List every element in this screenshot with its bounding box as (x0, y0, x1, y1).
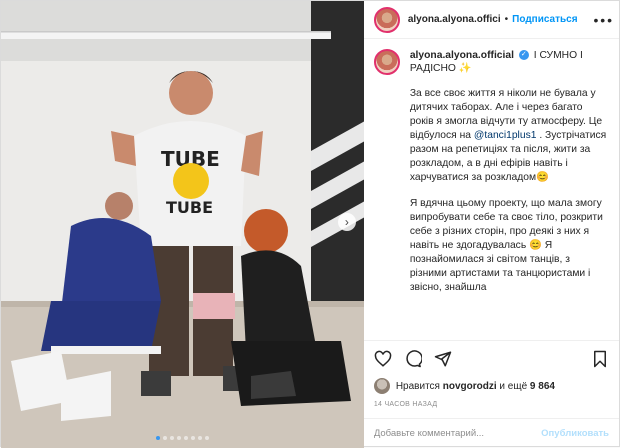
post-timestamp[interactable]: 14 ЧАСОВ НАЗАД (364, 396, 619, 418)
carousel-dot (155, 436, 160, 440)
caption-paragraph-1: За все своє життя я ніколи не бувала у д… (410, 87, 609, 185)
more-options-icon[interactable]: • • • (594, 12, 613, 28)
heart-icon[interactable] (374, 350, 392, 368)
publish-button[interactable]: Опубликовать (541, 428, 609, 439)
caption-paragraph-2: Я вдячна цьому проекту, що мала змогу ви… (410, 197, 609, 295)
instagram-post: TUBE TUBE › alyona.alyona.offici • Подпи… (0, 0, 620, 448)
likes-prefix: Нравится (395, 380, 440, 392)
caption-body: alyona.alyona.official ✓ І СУМНО І РАДІС… (410, 49, 609, 295)
author-username[interactable]: alyona.alyona.offici (408, 14, 501, 25)
carousel-dot (197, 436, 202, 440)
comment-form: Опубликовать (363, 418, 619, 448)
mention-link[interactable]: @tanci1plus1 (474, 130, 537, 141)
author-avatar[interactable] (373, 6, 400, 33)
liker-username[interactable]: novgorodzi (443, 381, 497, 392)
likes-count[interactable]: 9 864 (530, 381, 555, 392)
caption-area: alyona.alyona.official ✓ І СУМНО І РАДІС… (364, 39, 619, 340)
carousel-dot (169, 436, 174, 440)
caption-avatar[interactable] (373, 49, 400, 75)
caption-username[interactable]: alyona.alyona.official (410, 50, 514, 61)
header-separator: • (504, 14, 509, 25)
action-bar (363, 340, 619, 376)
photo-illustration: TUBE TUBE (1, 1, 364, 448)
follow-button[interactable]: Подписаться (512, 14, 577, 25)
likes-summary: Нравится novgorodzi и ещё 9 864 (364, 376, 619, 396)
carousel-dot (190, 436, 195, 440)
next-photo-button[interactable]: › (337, 213, 356, 231)
likes-suffix: и ещё (499, 380, 528, 392)
post-photo[interactable]: TUBE TUBE › (1, 1, 364, 448)
smile-emoji-icon: 😊 (536, 172, 549, 183)
verified-badge-icon: ✓ (518, 50, 529, 61)
svg-text:TUBE: TUBE (166, 198, 213, 217)
post-header: alyona.alyona.offici • Подписаться • • • (363, 1, 619, 39)
carousel-indicator (1, 436, 364, 440)
carousel-dot (176, 436, 181, 440)
caption-text: Я вдячна цьому проекту, що мала змогу ви… (409, 198, 603, 251)
post-sidebar: alyona.alyona.offici • Подписаться • • •… (363, 1, 619, 448)
liker-avatar[interactable] (373, 378, 390, 394)
comment-input[interactable] (373, 428, 534, 439)
caption: alyona.alyona.official ✓ І СУМНО І РАДІС… (373, 49, 609, 295)
carousel-dot (183, 436, 188, 440)
carousel-dot (204, 436, 209, 440)
chevron-right-icon: › (344, 215, 349, 229)
share-icon[interactable] (434, 350, 452, 368)
bookmark-icon[interactable] (591, 350, 609, 368)
comment-icon[interactable] (404, 349, 422, 368)
sparkles-emoji-icon: ✨ (458, 63, 472, 74)
caption-headline: alyona.alyona.official ✓ І СУМНО І РАДІС… (410, 49, 609, 75)
carousel-dot (162, 436, 167, 440)
smile-emoji-icon: 😊 (529, 240, 542, 251)
